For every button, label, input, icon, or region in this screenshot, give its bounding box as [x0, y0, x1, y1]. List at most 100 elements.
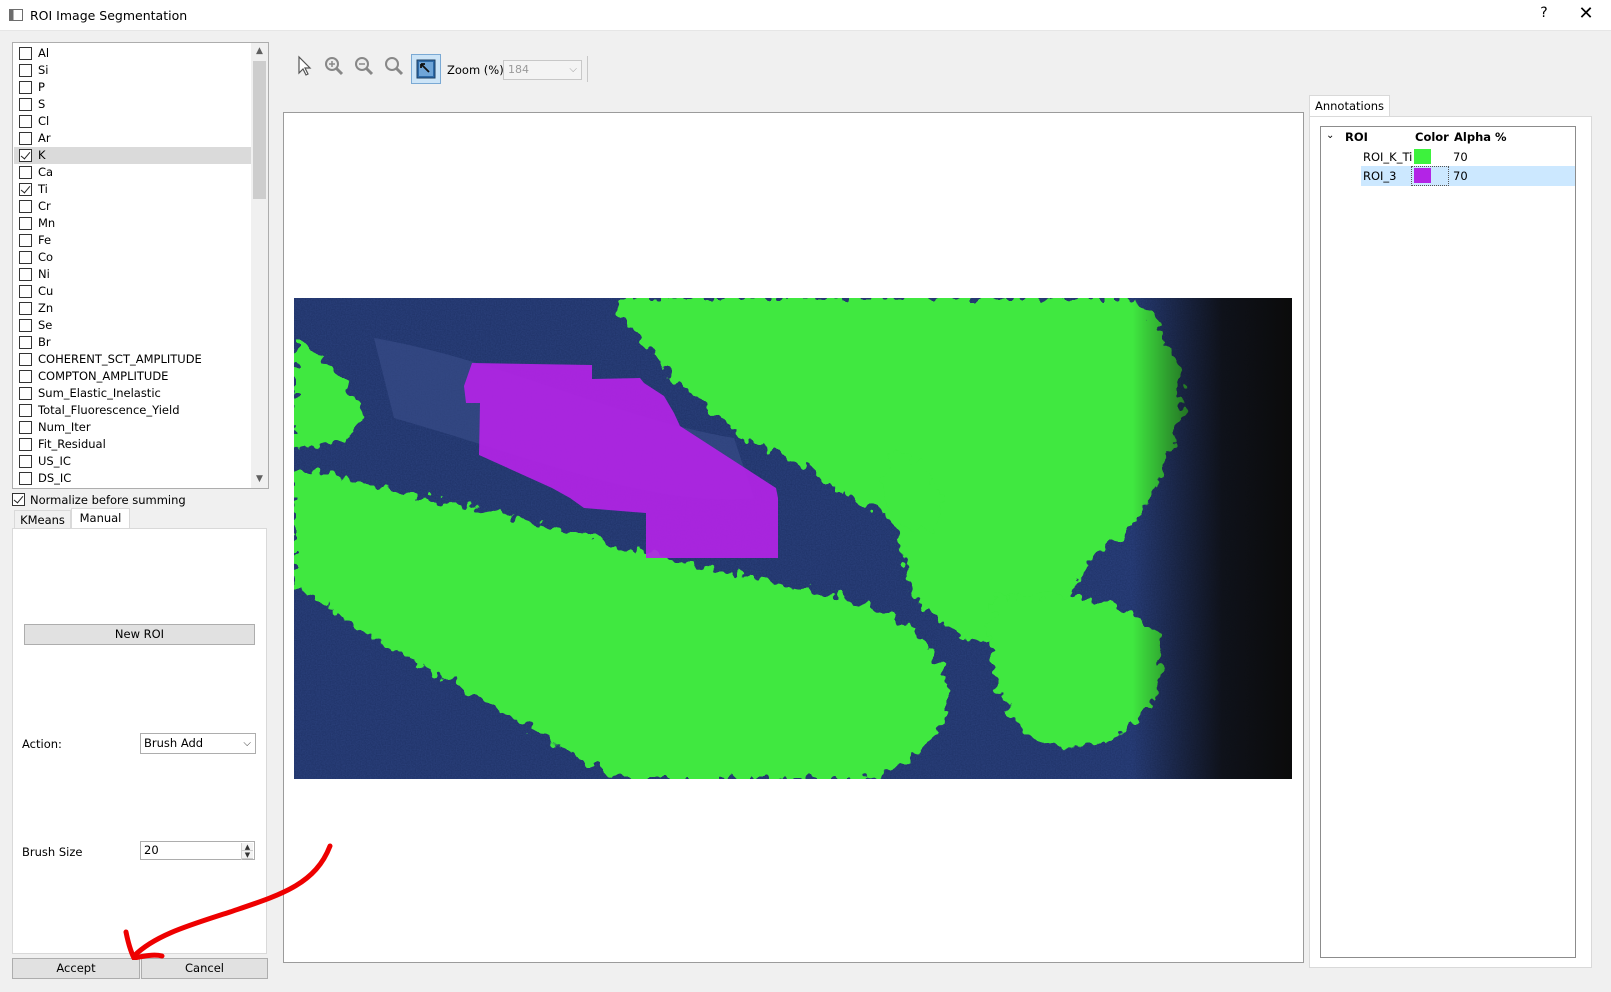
zoom-out-glyph — [355, 57, 374, 76]
element-item[interactable]: Mn — [14, 215, 251, 232]
roi-alpha[interactable]: 70 — [1453, 150, 1468, 164]
element-item[interactable]: P — [14, 79, 251, 96]
chevron-down-icon: ⌵ — [243, 738, 251, 749]
element-label: S — [38, 97, 46, 111]
element-checkbox[interactable] — [19, 455, 32, 468]
element-item[interactable]: US_IC — [14, 453, 251, 470]
element-checkbox[interactable] — [19, 336, 32, 349]
segmentation-map[interactable] — [294, 298, 1292, 779]
element-label: Se — [38, 318, 53, 332]
element-label: K — [38, 148, 46, 162]
collapse-chevron-icon[interactable]: ⌄ — [1326, 130, 1334, 146]
map-dark-edge — [294, 298, 1292, 779]
element-checkbox[interactable] — [19, 285, 32, 298]
scroll-thumb[interactable] — [253, 61, 266, 199]
element-item[interactable]: Total_Fluorescence_Yield — [14, 402, 251, 419]
element-list[interactable]: Al Si P S Cl Ar K Ca Ti Cr Mn Fe Co Ni Cu Zn Se Br COHEREN… — [12, 42, 269, 489]
element-label: US_IC — [38, 454, 71, 468]
element-item[interactable]: Ti — [14, 181, 251, 198]
element-checkbox[interactable] — [19, 472, 32, 485]
element-checkbox[interactable] — [19, 251, 32, 264]
element-checkbox[interactable] — [19, 166, 32, 179]
roi-tree[interactable]: ⌄ ROI Color Alpha % ROI_K_Ti 70 ROI_3 70 — [1320, 126, 1576, 958]
element-item[interactable]: Sum_Elastic_Inelastic — [14, 385, 251, 402]
element-item[interactable]: Fe — [14, 232, 251, 249]
element-label: Num_Iter — [38, 420, 91, 434]
zoom-reset-icon[interactable] — [380, 55, 408, 83]
segmentation-map-image — [294, 298, 1292, 779]
element-item[interactable]: Zn — [14, 300, 251, 317]
tab-kmeans[interactable]: KMeans — [14, 510, 71, 530]
roi-row[interactable]: ROI_3 70 — [1361, 166, 1575, 186]
element-checkbox[interactable] — [19, 268, 32, 281]
element-item[interactable]: Cr — [14, 198, 251, 215]
tab-annotations[interactable]: Annotations — [1309, 95, 1390, 117]
element-item[interactable]: S — [14, 96, 251, 113]
element-checkbox[interactable] — [19, 149, 32, 162]
zoom-reset-glyph — [385, 57, 404, 76]
tree-header-alpha: Alpha % — [1454, 130, 1507, 144]
zoom-in-icon[interactable] — [320, 55, 348, 83]
element-checkbox[interactable] — [19, 64, 32, 77]
normalize-check-icon[interactable] — [12, 493, 25, 506]
pointer-icon[interactable] — [290, 55, 318, 83]
element-checkbox[interactable] — [19, 81, 32, 94]
zoom-out-icon[interactable] — [350, 55, 378, 83]
roi-alpha[interactable]: 70 — [1453, 169, 1468, 183]
cancel-button[interactable]: Cancel — [141, 958, 268, 979]
element-checkbox[interactable] — [19, 234, 32, 247]
element-checkbox[interactable] — [19, 438, 32, 451]
element-item[interactable]: Al — [14, 45, 251, 62]
element-checkbox[interactable] — [19, 421, 32, 434]
element-checkbox[interactable] — [19, 319, 32, 332]
element-list-scrollbar[interactable]: ▲ ▼ — [251, 43, 268, 488]
scroll-up-icon[interactable]: ▲ — [251, 43, 268, 60]
element-item[interactable]: Num_Iter — [14, 419, 251, 436]
tab-manual[interactable]: Manual — [71, 508, 130, 530]
element-label: Fit_Residual — [38, 437, 106, 451]
element-item[interactable]: Ni — [14, 266, 251, 283]
normalize-label: Normalize before summing — [30, 493, 186, 507]
element-checkbox[interactable] — [19, 98, 32, 111]
element-checkbox[interactable] — [19, 387, 32, 400]
element-checkbox[interactable] — [19, 353, 32, 366]
element-label: Mn — [38, 216, 56, 230]
help-button[interactable]: ? — [1532, 5, 1556, 25]
roi-color-swatch[interactable] — [1414, 149, 1431, 164]
element-checkbox[interactable] — [19, 404, 32, 417]
fit-view-icon[interactable] — [411, 54, 441, 84]
roi-row[interactable]: ROI_K_Ti 70 — [1361, 147, 1575, 167]
element-label: Zn — [38, 301, 54, 315]
element-item[interactable]: Ar — [14, 130, 251, 147]
element-item[interactable]: Co — [14, 249, 251, 266]
element-checkbox[interactable] — [19, 115, 32, 128]
element-item[interactable]: COMPTON_AMPLITUDE — [14, 368, 251, 385]
element-item[interactable]: Cu — [14, 283, 251, 300]
accept-button[interactable]: Accept — [12, 958, 140, 979]
normalize-checkbox[interactable]: Normalize before summing — [12, 492, 186, 508]
element-checkbox[interactable] — [19, 217, 32, 230]
element-item[interactable]: COHERENT_SCT_AMPLITUDE — [14, 351, 251, 368]
element-checkbox[interactable] — [19, 132, 32, 145]
element-checkbox[interactable] — [19, 200, 32, 213]
zoom-select[interactable]: 184 ⌵ — [503, 60, 582, 80]
element-label: Cu — [38, 284, 54, 298]
element-item[interactable]: K — [14, 147, 251, 164]
close-button[interactable]: ✕ — [1572, 3, 1600, 27]
element-item[interactable]: Br — [14, 334, 251, 351]
chevron-down-icon: ⌵ — [569, 64, 577, 75]
element-item[interactable]: Cl — [14, 113, 251, 130]
element-item[interactable]: Fit_Residual — [14, 436, 251, 453]
new-roi-button[interactable]: New ROI — [24, 624, 255, 645]
element-checkbox[interactable] — [19, 47, 32, 60]
element-item[interactable]: Ca — [14, 164, 251, 181]
scroll-down-icon[interactable]: ▼ — [251, 471, 268, 488]
toolbar-separator — [587, 56, 588, 82]
action-select[interactable]: Brush Add ⌵ — [140, 733, 256, 754]
element-item[interactable]: DS_IC — [14, 470, 251, 487]
element-checkbox[interactable] — [19, 302, 32, 315]
element-item[interactable]: Si — [14, 62, 251, 79]
element-checkbox[interactable] — [19, 370, 32, 383]
element-checkbox[interactable] — [19, 183, 32, 196]
element-item[interactable]: Se — [14, 317, 251, 334]
